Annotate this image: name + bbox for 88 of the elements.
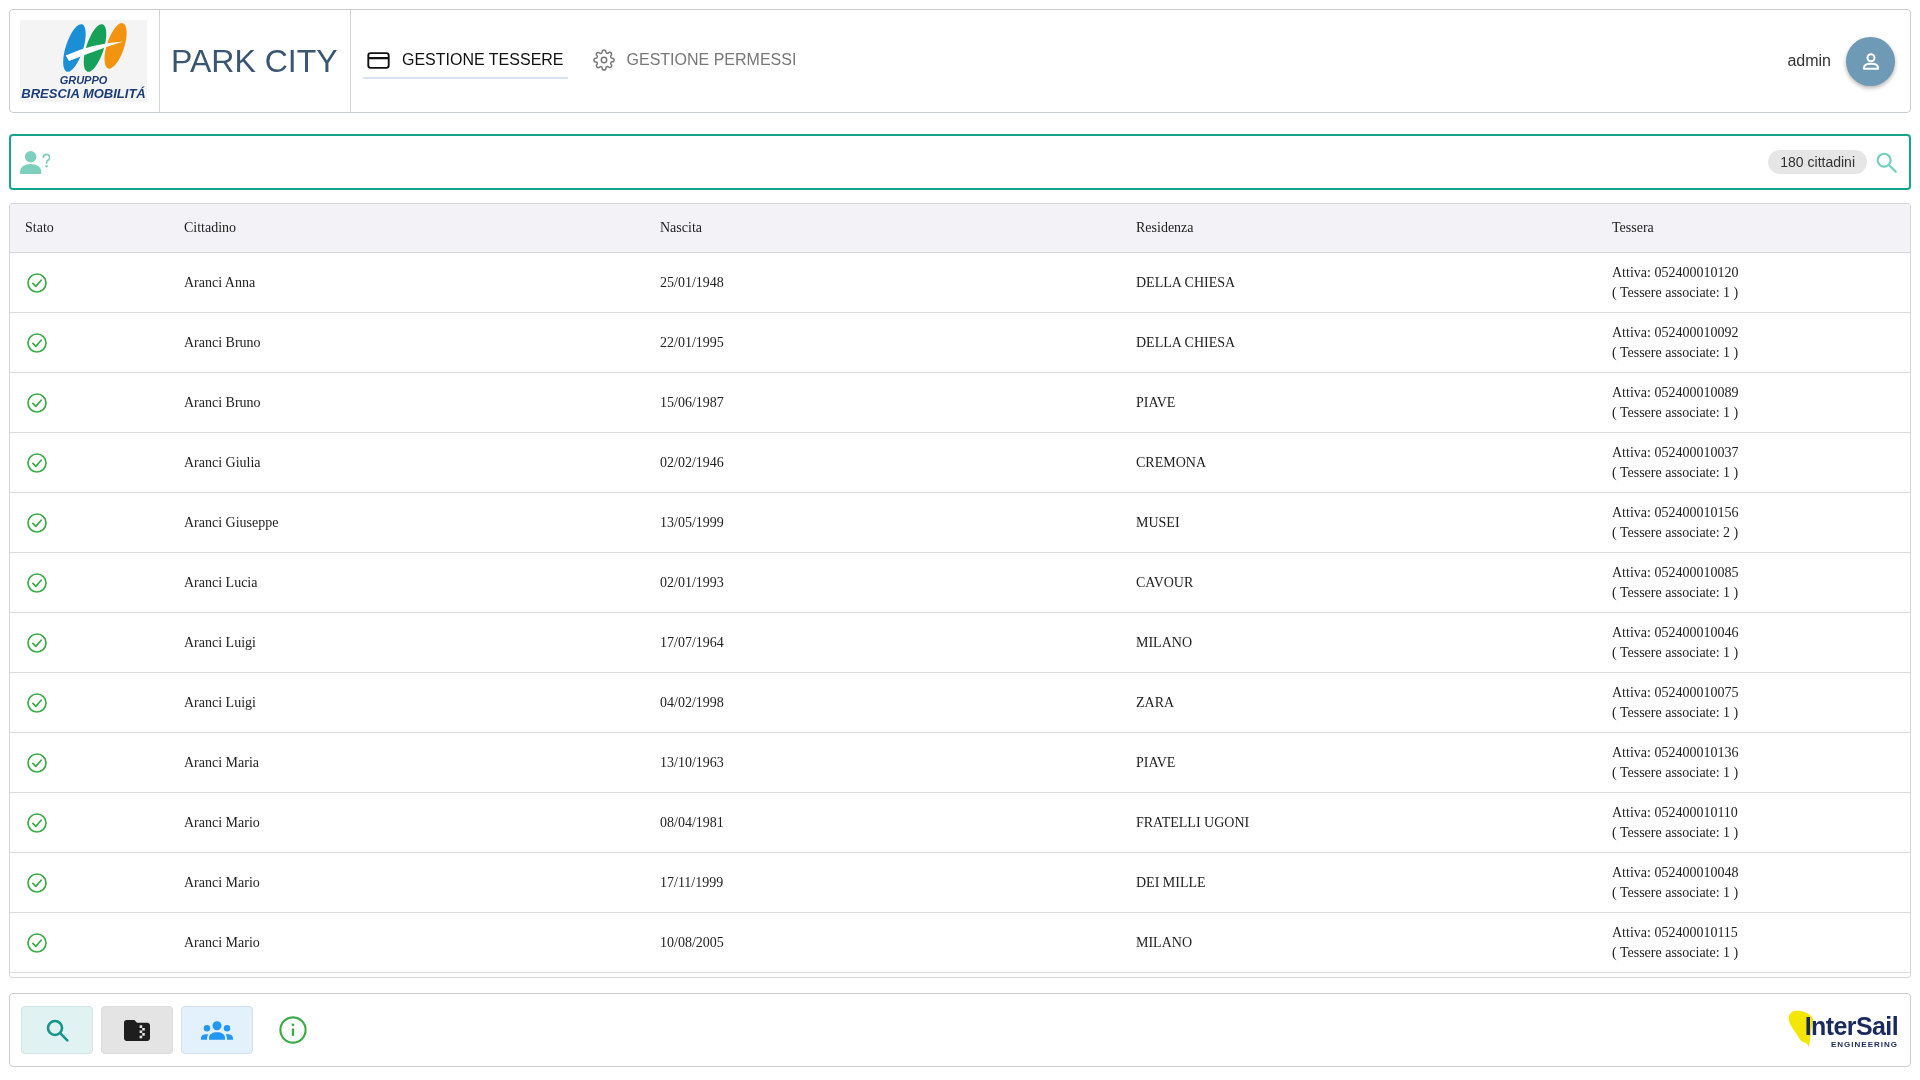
- residence-text: DELLA CHIESA: [1136, 334, 1236, 351]
- citizen-name: Aranci Giulia: [184, 454, 261, 471]
- info-button[interactable]: [278, 1015, 308, 1045]
- birth-date: 17/11/1999: [660, 874, 724, 891]
- citizen-name: Aranci Bruno: [184, 394, 261, 411]
- residence-text: PIAVE: [1136, 754, 1176, 771]
- tab[interactable]: GESTIONE PERMESSI: [588, 41, 801, 81]
- card-number-text: Attiva: 052400010115: [1612, 923, 1738, 942]
- tab[interactable]: GESTIONE TESSERE: [363, 43, 568, 79]
- partner-tagline: ENGINEERING: [1831, 1040, 1898, 1049]
- people-icon: [201, 1020, 233, 1040]
- linked-cards-text: ( Tessere associate: 2 ): [1612, 523, 1739, 542]
- card-icon: [367, 51, 390, 69]
- card-number-text: Attiva: 052400010075: [1612, 683, 1739, 702]
- linked-cards-text: ( Tessere associate: 1 ): [1612, 823, 1739, 842]
- citizen-name: Aranci Maria: [184, 754, 260, 771]
- user-name: admin: [1787, 52, 1831, 70]
- count-badge: 180 cittadini: [1768, 150, 1867, 174]
- card-number-text: Attiva: 052400010046: [1612, 623, 1739, 642]
- gear-icon: [592, 49, 615, 71]
- linked-cards-text: ( Tessere associate: 1 ): [1612, 763, 1739, 782]
- linked-cards-text: ( Tessere associate: 1 ): [1612, 283, 1739, 302]
- card-number-text: Attiva: 052400010089: [1612, 383, 1739, 402]
- citizen-name: Aranci Mario: [184, 934, 260, 951]
- residence-text: MILANO: [1136, 934, 1192, 951]
- linked-cards-text: ( Tessere associate: 1 ): [1612, 943, 1739, 962]
- card-number-text: Attiva: 052400010048: [1612, 863, 1739, 882]
- column-header: Stato: [25, 220, 54, 236]
- citizen-name: Aranci Giuseppe: [184, 514, 279, 531]
- residence-text: PIAVE: [1136, 394, 1176, 411]
- card-number-text: Attiva: 052400010037: [1612, 443, 1739, 462]
- user-icon: [1862, 52, 1879, 70]
- birth-date: 22/01/1995: [660, 334, 724, 351]
- residence-text: CREMONA: [1136, 454, 1206, 471]
- birth-date: 02/02/1946: [660, 454, 724, 471]
- app-title: PARK CITY: [171, 42, 338, 80]
- linked-cards-text: ( Tessere associate: 1 ): [1612, 583, 1739, 602]
- linked-cards-text: ( Tessere associate: 1 ): [1612, 343, 1739, 362]
- citizen-name: Aranci Bruno: [184, 334, 261, 351]
- person-question-icon: [20, 149, 50, 175]
- column-header: Cittadino: [184, 220, 237, 236]
- birth-date: 10/08/2005: [660, 934, 724, 951]
- column-header: Nascita: [660, 220, 702, 236]
- card-number-text: Attiva: 052400010092: [1612, 323, 1739, 342]
- search-icon[interactable]: [1875, 151, 1897, 173]
- citizen-name: Aranci Lucia: [184, 574, 258, 591]
- card-number-text: Attiva: 052400010085: [1612, 563, 1739, 582]
- birth-date: 17/07/1964: [660, 634, 724, 651]
- linked-cards-text: ( Tessere associate: 1 ): [1612, 403, 1739, 422]
- people-button[interactable]: [181, 1006, 253, 1054]
- column-header: Residenza: [1136, 220, 1194, 236]
- birth-date: 13/10/1963: [660, 754, 724, 771]
- card-number-text: Attiva: 052400010156: [1612, 503, 1739, 522]
- residence-text: ZARA: [1136, 694, 1175, 711]
- column-header: Tessera: [1612, 220, 1654, 236]
- residence-text: FRATELLI UGONI: [1136, 814, 1250, 831]
- linked-cards-text: ( Tessere associate: 1 ): [1612, 643, 1739, 662]
- search-button[interactable]: [21, 1006, 93, 1054]
- logo-text: BRESCIA MOBILITÁ: [21, 87, 146, 100]
- card-number-text: Attiva: 052400010136: [1612, 743, 1739, 762]
- residence-text: DEI MILLE: [1136, 874, 1206, 891]
- linked-cards-text: ( Tessere associate: 1 ): [1612, 883, 1739, 902]
- birth-date: 13/05/1999: [660, 514, 724, 531]
- birth-date: 04/02/1998: [660, 694, 724, 711]
- zip-folder-icon: [124, 1019, 150, 1041]
- citizen-name: Aranci Anna: [184, 274, 256, 291]
- logo-text: GRUPPO: [59, 75, 108, 86]
- citizen-name: Aranci Mario: [184, 874, 260, 891]
- citizen-name: Aranci Luigi: [184, 634, 256, 651]
- search-icon: [45, 1018, 69, 1042]
- info-icon: [279, 1015, 307, 1045]
- linked-cards-text: ( Tessere associate: 1 ): [1612, 703, 1739, 722]
- card-number-text: Attiva: 052400010110: [1612, 803, 1738, 822]
- avatar-button[interactable]: [1846, 36, 1895, 86]
- birth-date: 02/01/1993: [660, 574, 724, 591]
- birth-date: 08/04/1981: [660, 814, 724, 831]
- linked-cards-text: ( Tessere associate: 1 ): [1612, 463, 1739, 482]
- residence-text: MILANO: [1136, 634, 1192, 651]
- birth-date: 15/06/1987: [660, 394, 724, 411]
- card-number-text: Attiva: 052400010120: [1612, 263, 1739, 282]
- residence-text: CAVOUR: [1136, 574, 1194, 591]
- residence-text: DELLA CHIESA: [1136, 274, 1236, 291]
- citizen-name: Aranci Luigi: [184, 694, 256, 711]
- residence-text: MUSEI: [1136, 514, 1180, 531]
- folder-button[interactable]: [101, 1006, 173, 1054]
- birth-date: 25/01/1948: [660, 274, 724, 291]
- citizen-name: Aranci Mario: [184, 814, 260, 831]
- search-field[interactable]: 180 cittadini: [9, 134, 1911, 190]
